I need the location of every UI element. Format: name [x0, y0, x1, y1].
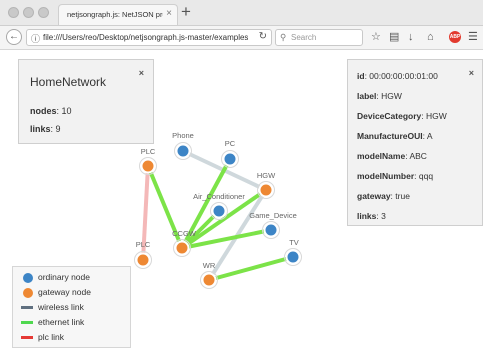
ordinary-node-circle[interactable]: [222, 151, 238, 167]
legend-label: plc link: [38, 332, 64, 342]
title-bar: netjsongraph.js: NetJSON proper × +: [0, 0, 483, 26]
ordinary-node-swatch: [23, 273, 33, 283]
node-label: PLC: [141, 147, 156, 156]
graph-node-wr[interactable]: WR: [200, 261, 218, 289]
browser-tab[interactable]: netjsongraph.js: NetJSON proper ×: [58, 4, 178, 25]
legend-label: gateway node: [38, 287, 91, 297]
detail-key: modelName: [357, 151, 406, 161]
node-label: Phone: [172, 131, 194, 140]
node-label: HGW: [257, 171, 276, 180]
graph-node-plc2[interactable]: PLC: [134, 240, 152, 269]
tab-close-icon[interactable]: ×: [166, 8, 172, 19]
close-icon[interactable]: ×: [139, 68, 144, 78]
info-icon[interactable]: ⓘ: [31, 32, 40, 45]
search-icon: ⚲: [280, 32, 287, 42]
detail-key: modelNumber: [357, 171, 415, 181]
detail-value: : HGW: [376, 91, 402, 101]
detail-row-label: label: HGW: [357, 91, 402, 101]
search-input[interactable]: ⚲ Search: [275, 29, 363, 46]
links-count: links: 9: [30, 124, 61, 134]
links-label: links: [30, 124, 51, 134]
gateway-node-circle[interactable]: [201, 272, 217, 288]
home-icon[interactable]: ⌂: [427, 31, 434, 43]
ordinary-node-circle[interactable]: [285, 249, 301, 265]
close-window-button[interactable]: [8, 7, 19, 18]
detail-row-gateway: gateway: true: [357, 191, 410, 201]
adblock-icon[interactable]: ABP: [449, 31, 461, 43]
detail-value: : qqq: [414, 171, 434, 181]
back-arrow-icon[interactable]: ←: [6, 29, 22, 45]
ordinary-node-circle[interactable]: [175, 143, 191, 159]
star-icon[interactable]: ☆: [371, 31, 381, 43]
detail-value: : 00:00:00:00:01:00: [364, 71, 438, 81]
zoom-window-button[interactable]: [38, 7, 49, 18]
detail-value: : A: [422, 131, 433, 141]
detail-row-links: links: 3: [357, 211, 386, 221]
search-placeholder: Search: [291, 33, 317, 42]
overview-panel: HomeNetwork × nodes: 10 links: 9: [18, 59, 154, 144]
detail-key: label: [357, 91, 377, 101]
graph-node-pc[interactable]: PC: [221, 139, 239, 168]
new-tab-button[interactable]: +: [181, 2, 191, 22]
graph-node-phone[interactable]: Phone: [172, 131, 194, 160]
node-label: PC: [225, 139, 236, 148]
navigation-toolbar: ← ⓘ file:///Users/reo/Desktop/netjsongra…: [0, 26, 483, 50]
node-label: CCGW: [172, 229, 197, 238]
detail-value: : true: [390, 191, 410, 201]
node-label: TV: [289, 238, 299, 247]
gateway-node-circle[interactable]: [140, 158, 156, 174]
reading-list-icon[interactable]: ▤: [389, 31, 399, 43]
detail-key: gateway: [357, 191, 391, 201]
detail-key: id: [357, 71, 365, 81]
legend-label: wireless link: [38, 302, 84, 312]
gateway-node-circle[interactable]: [174, 240, 190, 256]
address-bar[interactable]: ⓘ file:///Users/reo/Desktop/netjsongraph…: [26, 29, 272, 46]
node-label: WR: [203, 261, 216, 270]
legend-label: ordinary node: [38, 272, 90, 282]
tab-title: netjsongraph.js: NetJSON proper: [67, 10, 163, 19]
plc-link-swatch: [21, 336, 33, 339]
links-value: : 9: [50, 124, 61, 134]
gateway-node-swatch: [23, 288, 33, 298]
menu-icon[interactable]: ☰: [468, 31, 478, 43]
browser-window: netjsongraph.js: NetJSON proper × + ← ⓘ …: [0, 0, 483, 352]
detail-row-id: id: 00:00:00:00:01:00: [357, 71, 438, 81]
reload-icon[interactable]: ↻: [259, 31, 267, 42]
page-content: Phone PC PLC HGW Air_Conditioner Game_Device P…: [0, 50, 483, 352]
ordinary-node-circle[interactable]: [263, 222, 279, 238]
detail-value: : HGW: [421, 111, 447, 121]
url-text: file:///Users/reo/Desktop/netjsongraph.j…: [43, 33, 248, 42]
minimize-window-button[interactable]: [23, 7, 34, 18]
detail-key: ManufactureOUI: [357, 131, 423, 141]
wireless-link-swatch: [21, 306, 33, 309]
download-icon[interactable]: ↓: [408, 31, 414, 43]
detail-row-manufacture-oui: ManufactureOUI: A: [357, 131, 433, 141]
ethernet-link-swatch: [21, 321, 33, 324]
detail-value: : ABC: [405, 151, 427, 161]
node-details-panel: × id: 00:00:00:00:01:00 label: HGW Devic…: [347, 59, 483, 226]
nodes-count: nodes: 10: [30, 106, 72, 116]
detail-value: : 3: [376, 211, 386, 221]
nodes-label: nodes: [30, 106, 57, 116]
node-label: Game_Device: [249, 211, 297, 220]
detail-row-model-number: modelNumber: qqq: [357, 171, 433, 181]
gateway-node-circle[interactable]: [258, 182, 274, 198]
gateway-node-circle[interactable]: [135, 252, 151, 268]
detail-row-model-name: modelName: ABC: [357, 151, 427, 161]
detail-key: links: [357, 211, 377, 221]
network-title: HomeNetwork: [30, 75, 107, 89]
node-label: Air_Conditioner: [193, 192, 245, 201]
detail-row-device-category: DeviceCategory: HGW: [357, 111, 447, 121]
node-label: PLC: [136, 240, 151, 249]
graph-node-plc1[interactable]: PLC: [139, 147, 157, 175]
nodes-value: : 10: [56, 106, 72, 116]
legend: ordinary node gateway node wireless link…: [12, 266, 131, 348]
graph-node-tv[interactable]: TV: [284, 238, 302, 266]
close-icon[interactable]: ×: [469, 68, 474, 78]
ordinary-node-circle[interactable]: [211, 203, 227, 219]
detail-key: DeviceCategory: [357, 111, 422, 121]
legend-label: ethernet link: [38, 317, 85, 327]
